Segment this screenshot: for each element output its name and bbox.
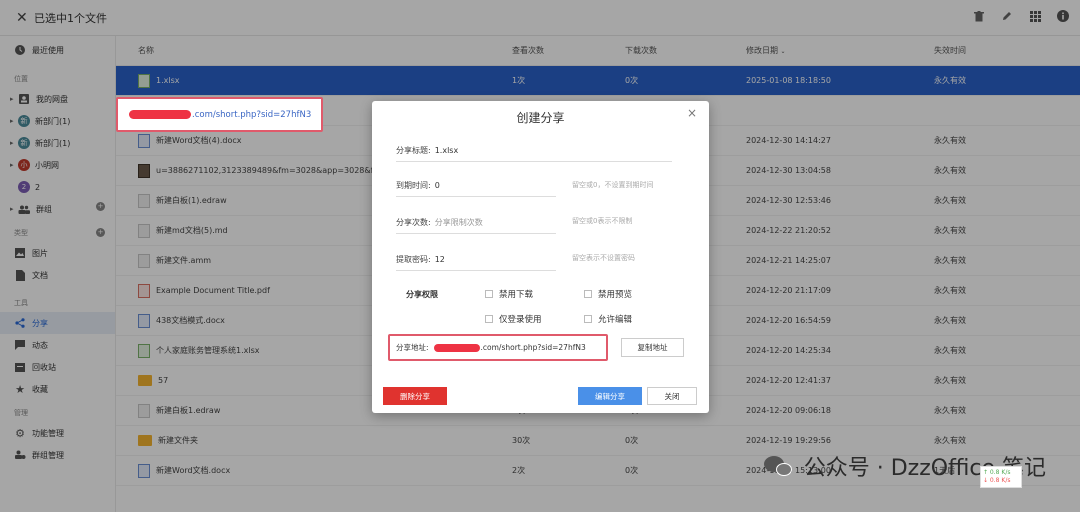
download-speed: ↓ 0.8 K/s <box>983 477 1011 484</box>
edit-share-button[interactable]: 编辑分享 <box>578 387 642 405</box>
share-address-field[interactable]: 分享地址: .com/short.php?sid=27hfN3 <box>388 334 608 361</box>
checkbox-label: 禁用下载 <box>499 290 534 300</box>
expire-field[interactable]: 到期时间: 0 <box>396 175 556 197</box>
allow-edit-checkbox[interactable]: 允许编辑 <box>584 313 632 325</box>
field-placeholder: 分享限制次数 <box>434 218 483 227</box>
checkbox-box[interactable] <box>485 290 493 298</box>
login-only-checkbox[interactable]: 仅登录使用 <box>485 313 542 325</box>
wechat-icon <box>763 454 794 478</box>
field-value: 0 <box>434 181 440 190</box>
field-value: 12 <box>434 255 445 264</box>
highlighted-share-link[interactable]: .com/short.php?sid=27hfN3 <box>116 97 323 132</box>
upload-speed: ↑ 0.8 K/s <box>983 469 1011 476</box>
delete-share-button[interactable]: 删除分享 <box>383 387 447 405</box>
field-label: 分享次数: <box>396 218 431 227</box>
checkbox-label: 允许编辑 <box>598 315 633 325</box>
copy-address-button[interactable]: 复制地址 <box>621 338 684 357</box>
checkbox-box[interactable] <box>584 315 592 323</box>
close-button[interactable]: 关闭 <box>647 387 697 405</box>
share-link-text: .com/short.php?sid=27hfN3 <box>192 109 312 120</box>
count-hint: 留空或0表示不限制 <box>572 217 633 225</box>
redaction-mark <box>433 343 480 352</box>
disable-preview-checkbox[interactable]: 禁用预览 <box>584 288 632 300</box>
field-label: 分享地址: <box>396 343 429 352</box>
checkbox-box[interactable] <box>584 290 592 298</box>
checkbox-label: 禁用预览 <box>598 290 633 300</box>
expire-hint: 留空或0，不设置到期时间 <box>572 181 654 189</box>
permission-title: 分享权限 <box>406 290 438 299</box>
dialog-title: 创建分享 <box>516 111 565 125</box>
network-speed-badge: ↑ 0.8 K/s ↓ 0.8 K/s <box>980 466 1022 488</box>
disable-download-checkbox[interactable]: 禁用下载 <box>485 288 533 300</box>
share-title-field[interactable]: 分享标题: 1.xlsx <box>396 140 672 162</box>
redaction-mark <box>129 110 191 119</box>
close-icon[interactable]: × <box>687 106 697 120</box>
field-label: 到期时间: <box>396 181 431 190</box>
checkbox-label: 仅登录使用 <box>499 315 542 325</box>
field-label: 提取密码: <box>396 255 431 264</box>
checkbox-box[interactable] <box>485 315 493 323</box>
field-label: 分享标题: <box>396 146 431 155</box>
create-share-dialog: 创建分享 × 分享标题: 1.xlsx 到期时间: 0 留空或0，不设置到期时间… <box>372 101 709 413</box>
password-hint: 留空表示不设置密码 <box>572 254 635 262</box>
share-address-value: .com/short.php?sid=27hfN3 <box>480 343 586 352</box>
share-count-field[interactable]: 分享次数: 分享限制次数 <box>396 212 556 234</box>
field-value: 1.xlsx <box>434 146 459 155</box>
password-field[interactable]: 提取密码: 12 <box>396 249 556 271</box>
